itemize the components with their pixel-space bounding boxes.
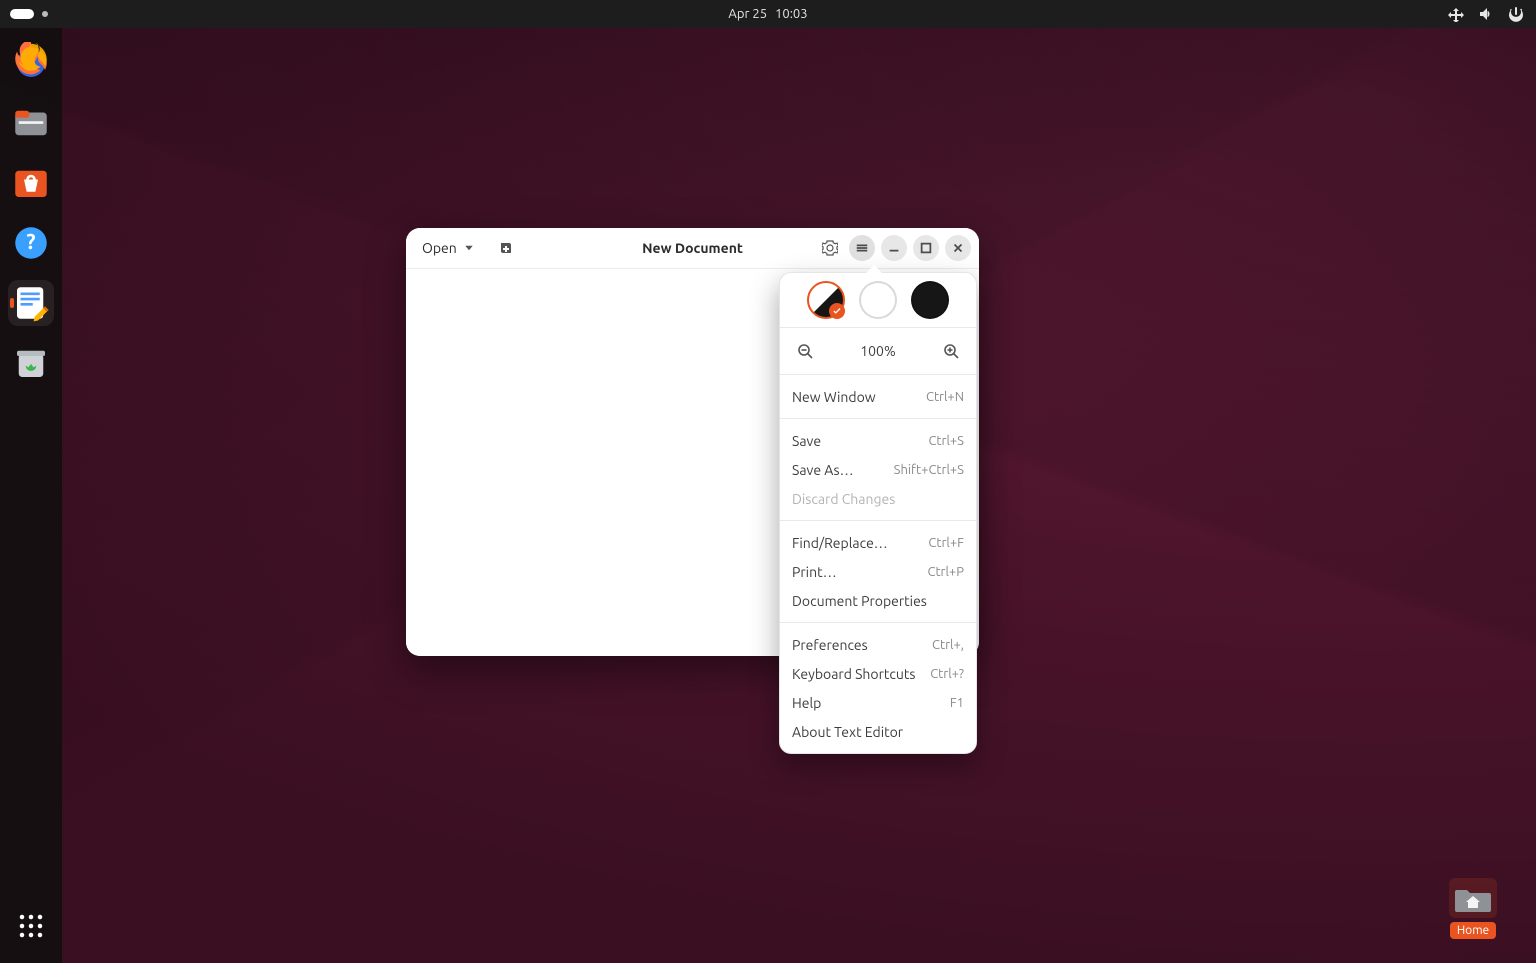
main-menu-button[interactable] <box>849 235 875 261</box>
menu-save-as[interactable]: Save As…Shift+Ctrl+S <box>788 456 968 483</box>
check-icon <box>829 303 845 319</box>
workspace-dot[interactable] <box>42 11 48 17</box>
menu-find-replace[interactable]: Find/Replace…Ctrl+F <box>788 529 968 556</box>
dock-app-help[interactable]: ? <box>8 220 54 266</box>
zoom-in-button[interactable] <box>936 336 966 366</box>
dock-app-text-editor[interactable] <box>8 280 54 326</box>
date-label: Apr 25 <box>728 7 767 21</box>
menu-help[interactable]: HelpF1 <box>788 689 968 716</box>
top-panel: Apr 25 10:03 <box>0 0 1536 28</box>
theme-system[interactable] <box>807 281 845 319</box>
open-button[interactable]: Open <box>414 236 483 260</box>
theme-light[interactable] <box>859 281 897 319</box>
network-icon[interactable] <box>1448 6 1464 22</box>
document-settings-icon[interactable] <box>817 235 843 261</box>
menu-new-window[interactable]: New WindowCtrl+N <box>788 383 968 410</box>
clock[interactable]: Apr 25 10:03 <box>728 7 807 21</box>
main-menu-popover: 100% New WindowCtrl+N SaveCtrl+S Save As… <box>779 272 977 754</box>
menu-group-file: SaveCtrl+S Save As…Shift+Ctrl+S Discard … <box>788 427 968 512</box>
new-tab-button[interactable] <box>493 235 519 261</box>
menu-discard-changes: Discard Changes <box>788 485 968 512</box>
show-applications[interactable] <box>8 903 54 949</box>
theme-dark[interactable] <box>911 281 949 319</box>
window-title: New Document <box>642 240 743 256</box>
dock-app-trash[interactable] <box>8 340 54 386</box>
menu-about[interactable]: About Text Editor <box>788 718 968 745</box>
desktop-home-icon[interactable]: Home <box>1446 878 1500 939</box>
minimize-button[interactable] <box>881 235 907 261</box>
home-folder-icon <box>1449 878 1497 918</box>
separator <box>780 520 976 521</box>
chevron-down-icon <box>463 242 475 254</box>
menu-preferences[interactable]: PreferencesCtrl+, <box>788 631 968 658</box>
menu-print[interactable]: Print…Ctrl+P <box>788 558 968 585</box>
desktop-icon-label: Home <box>1450 922 1496 939</box>
dock-app-firefox[interactable] <box>8 40 54 86</box>
headerbar: Open New Document <box>406 228 979 269</box>
zoom-out-button[interactable] <box>790 336 820 366</box>
separator <box>780 327 976 328</box>
close-button[interactable] <box>945 235 971 261</box>
dock-app-ubuntu-software[interactable] <box>8 160 54 206</box>
zoom-controls: 100% <box>788 336 968 366</box>
dock: ? <box>0 28 62 963</box>
power-icon[interactable] <box>1508 6 1524 22</box>
dock-app-files[interactable] <box>8 100 54 146</box>
separator <box>780 622 976 623</box>
open-button-label: Open <box>422 240 457 256</box>
menu-keyboard-shortcuts[interactable]: Keyboard ShortcutsCtrl+? <box>788 660 968 687</box>
svg-text:?: ? <box>26 229 35 253</box>
volume-icon[interactable] <box>1478 6 1494 22</box>
activities-pill[interactable] <box>10 9 34 19</box>
menu-group-app: PreferencesCtrl+, Keyboard ShortcutsCtrl… <box>788 631 968 745</box>
menu-save[interactable]: SaveCtrl+S <box>788 427 968 454</box>
separator <box>780 418 976 419</box>
zoom-value: 100% <box>860 343 895 359</box>
maximize-button[interactable] <box>913 235 939 261</box>
theme-switcher <box>788 281 968 319</box>
separator <box>780 374 976 375</box>
menu-document-properties[interactable]: Document Properties <box>788 587 968 614</box>
menu-group-tools: Find/Replace…Ctrl+F Print…Ctrl+P Documen… <box>788 529 968 614</box>
menu-group-window: New WindowCtrl+N <box>788 383 968 410</box>
time-label: 10:03 <box>775 7 808 21</box>
